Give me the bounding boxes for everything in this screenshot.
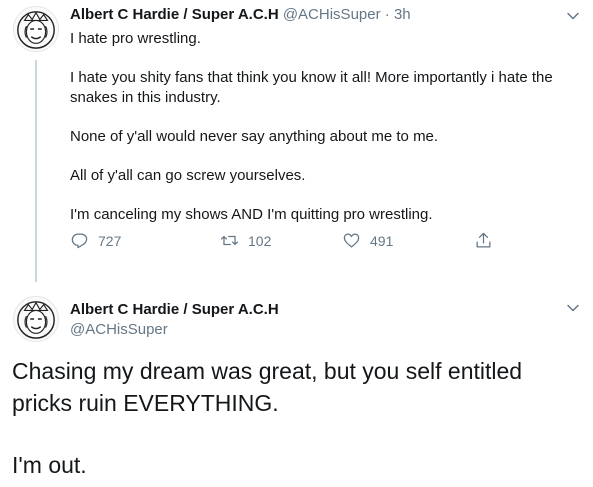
reply-icon	[71, 233, 88, 249]
retweet-count: 102	[248, 232, 272, 249]
reply-button[interactable]: 727	[70, 231, 121, 250]
share-icon	[476, 232, 491, 248]
avatar[interactable]	[13, 296, 59, 342]
tweet-text: Chasing my dream was great, but you self…	[12, 355, 582, 481]
tweet-text: I hate pro wrestling. I hate you shity f…	[70, 29, 575, 225]
tweet-paragraph: I hate pro wrestling.	[70, 30, 201, 47]
like-button[interactable]: 491	[342, 231, 393, 250]
tweet-paragraph: I hate you shity fans that think you kno…	[70, 69, 553, 106]
share-button[interactable]	[474, 231, 493, 250]
reply-count: 727	[98, 232, 122, 249]
author-name[interactable]: Albert C Hardie / Super A.C.H	[70, 6, 279, 23]
thread-connector-line	[35, 60, 37, 282]
tweet-paragraph: I'm out.	[12, 452, 87, 478]
retweet-icon	[220, 235, 239, 246]
heart-icon	[343, 233, 360, 248]
author-name[interactable]: Albert C Hardie / Super A.C.H	[70, 301, 279, 318]
avatar[interactable]	[13, 6, 59, 52]
tweet-paragraph: Chasing my dream was great, but you self…	[12, 358, 523, 416]
tweet-actions: 727 102 491	[70, 231, 510, 253]
separator-dot: ·	[384, 6, 390, 23]
avatar-illustration	[14, 297, 58, 341]
chevron-down-icon[interactable]	[566, 301, 580, 315]
avatar-illustration	[14, 7, 58, 51]
tweet-paragraph: All of y'all can go screw yourselves.	[70, 167, 306, 184]
retweet-button[interactable]: 102	[220, 231, 271, 250]
tweet-header: Albert C Hardie / Super A.C.H @ACHisSupe…	[70, 6, 411, 23]
like-count: 491	[370, 232, 394, 249]
tweet-paragraph: I'm canceling my shows AND I'm quitting …	[70, 206, 433, 223]
timestamp[interactable]: 3h	[394, 6, 411, 23]
author-handle[interactable]: @ACHisSuper	[283, 6, 381, 23]
chevron-down-icon[interactable]	[566, 9, 580, 23]
author-handle[interactable]: @ACHisSuper	[70, 321, 168, 338]
tweet-paragraph: None of y'all would never say anything a…	[70, 128, 439, 145]
